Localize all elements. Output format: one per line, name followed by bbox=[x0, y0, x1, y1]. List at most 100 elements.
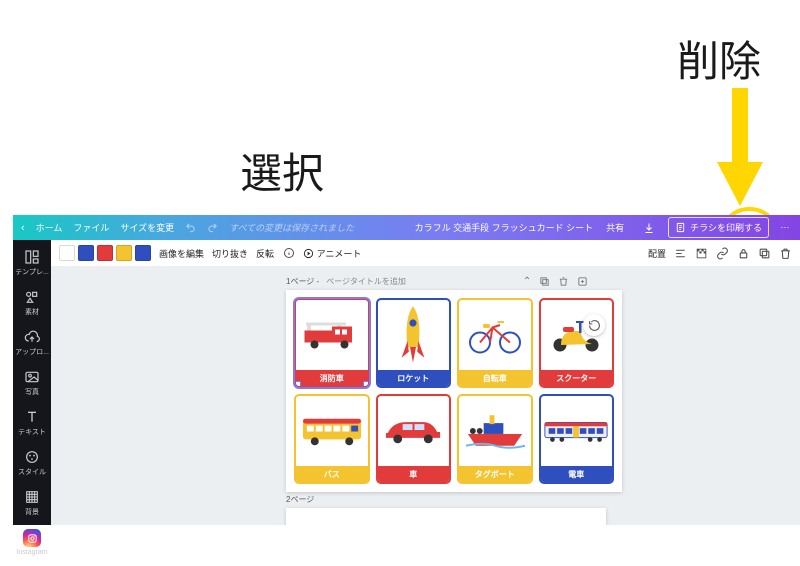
sidebar-item-label: 素材 bbox=[25, 307, 39, 317]
page-delete-icon[interactable] bbox=[558, 276, 569, 287]
edit-image-button[interactable]: 画像を編集 bbox=[159, 247, 204, 260]
duplicate-icon[interactable] bbox=[758, 247, 771, 260]
sidebar-item-label: テキスト bbox=[18, 427, 46, 437]
reload-button[interactable] bbox=[583, 314, 605, 336]
flashcard-image bbox=[459, 300, 531, 370]
page-2-header: 2ページ bbox=[286, 494, 314, 505]
home-link[interactable]: ホーム bbox=[36, 221, 63, 234]
templates-icon bbox=[24, 249, 40, 265]
autosave-status: すべての変更は保存されました bbox=[229, 221, 354, 234]
context-toolbar: 画像を編集 切り抜き 反転 アニメート 配置 bbox=[13, 240, 800, 267]
style-icon bbox=[24, 449, 40, 465]
flashcard-image bbox=[459, 396, 531, 466]
resize-menu[interactable]: サイズを変更 bbox=[120, 221, 174, 234]
sidebar-item-elements[interactable]: 素材 bbox=[13, 284, 51, 322]
transparency-icon[interactable] bbox=[695, 247, 708, 260]
flashcard-label: 消防車 bbox=[296, 370, 368, 386]
flashcard-image bbox=[378, 300, 450, 370]
flashcard-label: スクーター bbox=[541, 370, 613, 386]
text-icon bbox=[24, 409, 40, 425]
sidebar-item-style[interactable]: スタイル bbox=[13, 444, 51, 482]
sidebar-item-label: 写真 bbox=[25, 387, 39, 397]
editor-canvas[interactable]: 1ページ - ページタイトルを追加 ⌃ 消防車⟲＋ ロケット自転車スクーターバス車… bbox=[51, 266, 800, 525]
delete-icon[interactable] bbox=[779, 247, 792, 260]
annotation-arrow-icon bbox=[713, 88, 767, 208]
flashcard[interactable]: 自転車 bbox=[457, 298, 533, 388]
print-flyer-label: チラシを印刷する bbox=[690, 221, 762, 234]
annotation-select-label: 選択 bbox=[240, 140, 324, 201]
doc-title[interactable]: カラフル 交通手段 フラッシュカード シート bbox=[415, 221, 594, 234]
page-duplicate-icon[interactable] bbox=[539, 276, 550, 287]
photos-icon bbox=[24, 369, 40, 385]
color-swatch[interactable] bbox=[116, 245, 132, 261]
flip-button[interactable]: 反転 bbox=[256, 247, 274, 260]
flashcard-image bbox=[378, 396, 450, 466]
share-button[interactable]: 共有 bbox=[600, 218, 630, 237]
color-swatches bbox=[59, 245, 151, 261]
sidebar-item-instagram[interactable]: Instagram bbox=[13, 524, 51, 561]
flashcard-label: ロケット bbox=[378, 370, 450, 386]
annotation-delete-label: 削除 bbox=[677, 28, 761, 89]
sidebar-item-label: 背景 bbox=[25, 507, 39, 517]
arrange-button[interactable]: 配置 bbox=[648, 247, 666, 260]
flashcard-image bbox=[296, 396, 368, 466]
page-1[interactable]: 消防車⟲＋ ロケット自転車スクーターバス車タグボート電車 bbox=[286, 290, 622, 492]
color-swatch[interactable] bbox=[78, 245, 94, 261]
print-flyer-button[interactable]: チラシを印刷する bbox=[668, 217, 769, 238]
color-swatch[interactable] bbox=[97, 245, 113, 261]
flashcard[interactable]: タグボート bbox=[457, 394, 533, 484]
sidebar-item-label: スタイル bbox=[18, 467, 46, 477]
sidebar-item-background[interactable]: 背景 bbox=[13, 484, 51, 522]
animate-label: アニメート bbox=[317, 249, 362, 259]
upload-icon bbox=[24, 329, 40, 345]
background-icon bbox=[24, 489, 40, 505]
more-menu-button[interactable]: ⋯ bbox=[776, 222, 794, 233]
flashcard[interactable]: 消防車⟲＋ bbox=[294, 298, 370, 388]
page-2[interactable] bbox=[286, 508, 606, 525]
flashcard-label: 車 bbox=[378, 466, 450, 482]
info-icon[interactable] bbox=[282, 247, 295, 260]
crop-button[interactable]: 切り抜き bbox=[212, 247, 248, 260]
flashcard[interactable]: スクーター bbox=[539, 298, 615, 388]
flashcard-label: 電車 bbox=[541, 466, 613, 482]
flashcard[interactable]: 電車 bbox=[539, 394, 615, 484]
sidebar-item-label: テンプレ... bbox=[15, 267, 49, 277]
page-title-input[interactable]: ページタイトルを追加 bbox=[326, 276, 406, 287]
link-icon[interactable] bbox=[716, 247, 729, 260]
file-menu[interactable]: ファイル bbox=[73, 221, 109, 234]
flashcard-image bbox=[296, 300, 368, 370]
color-swatch[interactable] bbox=[135, 245, 151, 261]
app-header: ‹ ホーム ファイル サイズを変更 すべての変更は保存されました カラフル 交通… bbox=[13, 215, 800, 240]
back-button[interactable]: ‹ bbox=[21, 222, 25, 234]
flashcard-label: バス bbox=[296, 466, 368, 482]
selection-toolbar[interactable]: ⟲＋ bbox=[316, 387, 347, 388]
flashcard-image bbox=[541, 396, 613, 466]
align-icon[interactable] bbox=[674, 247, 687, 260]
flashcard-label: タグボート bbox=[459, 466, 531, 482]
flashcard[interactable]: バス bbox=[294, 394, 370, 484]
sidebar-item-text[interactable]: テキスト bbox=[13, 404, 51, 442]
download-button[interactable] bbox=[637, 219, 661, 237]
page-header: 1ページ - ページタイトルを追加 ⌃ bbox=[286, 276, 588, 287]
flashcard-image bbox=[541, 300, 613, 370]
page-add-icon[interactable] bbox=[577, 276, 588, 287]
page-number-label: 1ページ - bbox=[286, 276, 319, 287]
elements-icon bbox=[24, 289, 40, 305]
flashcard[interactable]: 車 bbox=[376, 394, 452, 484]
left-sidebar: テンプレ... 素材 アップロ... 写真 テキスト スタイル bbox=[13, 240, 51, 525]
sidebar-item-label: アップロ... bbox=[15, 347, 49, 357]
redo-button[interactable] bbox=[207, 222, 218, 233]
page-collapse-icon[interactable]: ⌃ bbox=[523, 276, 531, 287]
sidebar-item-uploads[interactable]: アップロ... bbox=[13, 324, 51, 362]
flashcard-label: 自転車 bbox=[459, 370, 531, 386]
instagram-icon bbox=[23, 529, 41, 547]
sidebar-item-photos[interactable]: 写真 bbox=[13, 364, 51, 402]
app-window: ‹ ホーム ファイル サイズを変更 すべての変更は保存されました カラフル 交通… bbox=[13, 215, 800, 525]
color-swatch[interactable] bbox=[59, 245, 75, 261]
sidebar-item-templates[interactable]: テンプレ... bbox=[13, 244, 51, 282]
sidebar-item-label: Instagram bbox=[16, 549, 47, 556]
animate-button[interactable]: アニメート bbox=[303, 247, 361, 260]
undo-button[interactable] bbox=[185, 222, 196, 233]
lock-icon[interactable] bbox=[737, 247, 750, 260]
flashcard[interactable]: ロケット bbox=[376, 298, 452, 388]
